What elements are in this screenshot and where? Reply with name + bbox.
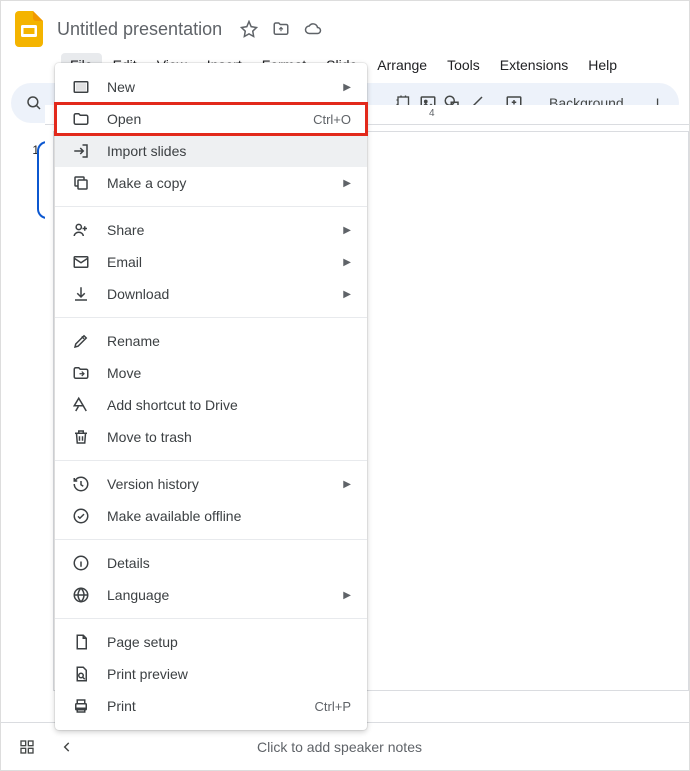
- menu-item-move[interactable]: Move: [55, 357, 367, 389]
- menu-tools[interactable]: Tools: [438, 53, 489, 77]
- menu-item-new[interactable]: New▶: [55, 71, 367, 103]
- menu-item-email[interactable]: Email▶: [55, 246, 367, 278]
- menu-item-share[interactable]: Share▶: [55, 214, 367, 246]
- menu-item-download[interactable]: Download▶: [55, 278, 367, 310]
- trash-icon: [71, 427, 91, 447]
- menu-item-print[interactable]: PrintCtrl+P: [55, 690, 367, 722]
- cloud-status-icon[interactable]: [304, 20, 322, 38]
- share-icon: [71, 220, 91, 240]
- preview-icon: [71, 664, 91, 684]
- rename-icon: [71, 331, 91, 351]
- new-slide-icon: [71, 77, 91, 97]
- info-icon: [71, 553, 91, 573]
- menu-item-pagesetup[interactable]: Page setup: [55, 626, 367, 658]
- speaker-notes-input[interactable]: Click to add speaker notes: [257, 739, 422, 755]
- slide-panel: 1: [1, 105, 45, 722]
- print-icon: [71, 696, 91, 716]
- globe-icon: [71, 585, 91, 605]
- menu-item-rename[interactable]: Rename: [55, 325, 367, 357]
- menu-item-copy[interactable]: Make a copy▶: [55, 167, 367, 199]
- menu-item-open[interactable]: OpenCtrl+O: [55, 103, 367, 135]
- menu-item-import[interactable]: Import slides: [55, 135, 367, 167]
- file-menu-dropdown: New▶ OpenCtrl+O Import slides Make a cop…: [55, 63, 367, 730]
- slides-logo: [13, 9, 45, 49]
- menu-item-preview[interactable]: Print preview: [55, 658, 367, 690]
- folder-icon: [71, 109, 91, 129]
- drive-shortcut-icon: [71, 395, 91, 415]
- menu-item-trash[interactable]: Move to trash: [55, 421, 367, 453]
- menu-arrange[interactable]: Arrange: [368, 53, 436, 77]
- history-icon: [71, 474, 91, 494]
- star-icon[interactable]: [240, 20, 258, 38]
- import-icon: [71, 141, 91, 161]
- move-icon: [71, 363, 91, 383]
- menu-item-offline[interactable]: Make available offline: [55, 500, 367, 532]
- document-title[interactable]: Untitled presentation: [57, 19, 222, 40]
- email-icon: [71, 252, 91, 272]
- menu-item-version[interactable]: Version history▶: [55, 468, 367, 500]
- offline-icon: [71, 506, 91, 526]
- menu-extensions[interactable]: Extensions: [491, 53, 577, 77]
- menu-item-details[interactable]: Details: [55, 547, 367, 579]
- move-folder-icon[interactable]: [272, 20, 290, 38]
- menu-help[interactable]: Help: [579, 53, 626, 77]
- page-icon: [71, 632, 91, 652]
- menu-item-language[interactable]: Language▶: [55, 579, 367, 611]
- copy-icon: [71, 173, 91, 193]
- chevron-left-icon[interactable]: [57, 740, 77, 754]
- menu-item-shortcut[interactable]: Add shortcut to Drive: [55, 389, 367, 421]
- download-icon: [71, 284, 91, 304]
- grid-view-icon[interactable]: [17, 739, 37, 755]
- slide-number: 1: [1, 143, 39, 157]
